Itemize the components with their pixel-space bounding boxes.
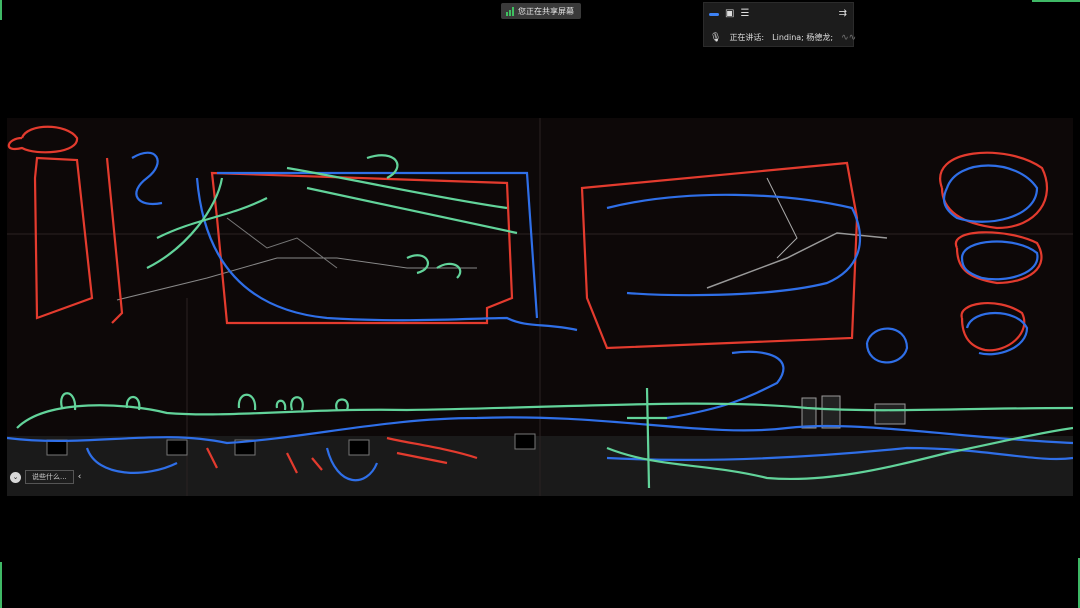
plan-sketch — [766, 177, 798, 259]
blue-ink-stroke — [960, 240, 1039, 281]
annotation-svg — [7, 118, 1073, 496]
chat-hint-text[interactable]: 说些什么... — [25, 470, 74, 484]
section-block — [821, 395, 841, 429]
red-ink-stroke — [105, 157, 124, 324]
view-pill-icon[interactable] — [709, 12, 719, 16]
green-ink-stroke — [306, 186, 518, 235]
red-ink-stroke — [7, 125, 79, 154]
green-ink-stroke — [146, 177, 224, 269]
share-status-text: 您正在共享屏幕 — [518, 6, 574, 16]
section-block — [46, 439, 68, 456]
plan-sketch — [116, 257, 477, 301]
blue-ink-stroke — [666, 350, 785, 420]
green-ink-stroke — [60, 392, 257, 411]
section-block — [874, 403, 906, 425]
blue-ink-stroke — [865, 327, 909, 364]
green-ink-stroke — [275, 396, 349, 411]
blue-ink-stroke — [606, 193, 862, 297]
menu-icon[interactable]: ⇉ — [839, 9, 847, 19]
speaking-label: 正在讲话: — [729, 33, 765, 42]
red-ink-stroke — [580, 161, 859, 350]
speaker-names: Lindina; 杨德龙; — [772, 33, 834, 42]
green-ink-stroke — [16, 402, 1073, 429]
collapse-arrow-icon[interactable]: ‹ — [78, 472, 82, 482]
mic-icon[interactable]: 🎙 — [710, 33, 721, 43]
screen-share-badge[interactable]: 您正在共享屏幕 — [501, 3, 581, 19]
red-ink-stroke — [210, 171, 514, 325]
stack-icon[interactable]: ☰ — [740, 9, 749, 19]
frame-corner-bl-v — [0, 562, 2, 608]
section-block — [166, 439, 188, 456]
section-block — [348, 439, 370, 456]
green-ink-stroke — [406, 254, 462, 279]
green-ink-stroke — [366, 154, 399, 179]
plan-sketch — [226, 217, 338, 269]
section-block — [801, 397, 817, 429]
blue-ink-stroke — [195, 177, 578, 332]
frame-corner-tr-h — [1032, 0, 1080, 2]
waveform-icon: ∿∿ — [841, 32, 857, 43]
blue-ink-stroke — [942, 164, 1039, 223]
blue-ink-stroke — [217, 171, 539, 319]
section-block — [514, 433, 536, 450]
blue-ink-stroke — [965, 311, 1029, 356]
signal-bars-icon — [506, 6, 514, 16]
red-ink-stroke — [960, 301, 1026, 352]
red-ink-stroke — [33, 156, 94, 320]
chat-hint-bar[interactable]: ⌄ 说些什么... ‹ — [10, 469, 100, 485]
meeting-mini-panel: ▣ ☰ ⇉ 🎙 正在讲话: Lindina; 杨德龙; ∿∿ — [703, 2, 857, 47]
window-icon[interactable]: ▣ — [725, 9, 734, 19]
red-ink-stroke — [954, 231, 1043, 285]
shared-drawing-canvas[interactable] — [7, 118, 1073, 496]
chat-toggle-icon[interactable]: ⌄ — [10, 471, 21, 483]
frame-corner-tl-h — [0, 0, 2, 20]
blue-ink-stroke — [131, 151, 163, 206]
